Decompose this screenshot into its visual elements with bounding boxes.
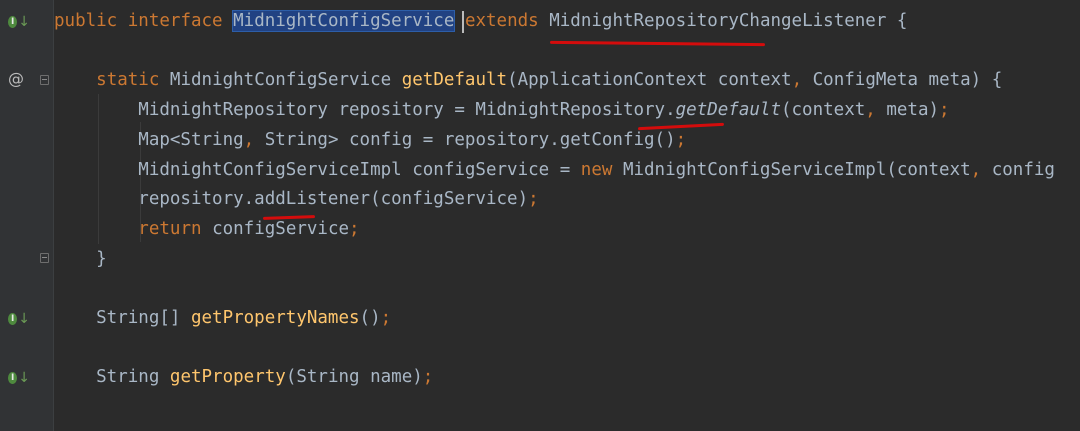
implemented-method-icon-names[interactable]: I ↓ bbox=[8, 311, 30, 327]
code-token: MidnightConfigService bbox=[169, 70, 402, 91]
code-line[interactable]: public interface MidnightConfigService e… bbox=[54, 8, 907, 34]
method-name-token: getDefault bbox=[401, 70, 508, 91]
code-token: () bbox=[359, 308, 381, 328]
keyword-token: , bbox=[865, 100, 887, 121]
keyword-token: , bbox=[970, 159, 992, 180]
keyword-token: ; bbox=[380, 308, 392, 328]
code-token: } bbox=[54, 248, 107, 269]
implemented-circle-icon: I bbox=[8, 372, 18, 384]
code-token: MidnightConfigServiceImpl(context bbox=[622, 159, 971, 180]
keyword-token: ; bbox=[422, 367, 434, 388]
down-arrow-icon: ↓ bbox=[18, 370, 30, 386]
down-arrow-icon: ↓ bbox=[18, 311, 30, 327]
keyword-token: new bbox=[580, 159, 623, 180]
code-line[interactable]: } bbox=[54, 246, 107, 272]
down-arrow-icon: ↓ bbox=[18, 14, 30, 30]
keyword-token: ; bbox=[939, 100, 950, 121]
text-caret bbox=[462, 11, 464, 33]
code-line[interactable]: static MidnightConfigService getDefault(… bbox=[54, 67, 1002, 93]
implemented-circle-icon: I bbox=[8, 313, 18, 325]
keyword-token: ; bbox=[675, 129, 687, 150]
method-name-token: getProperty bbox=[169, 367, 286, 388]
code-token: MidnightRepositoryChangeListener bbox=[549, 11, 887, 31]
code-token: String[] bbox=[54, 308, 191, 328]
code-line[interactable]: String getProperty(String name); bbox=[54, 364, 433, 390]
implemented-interface-icon[interactable]: I ↓ bbox=[8, 14, 30, 30]
implemented-method-icon-property[interactable]: I ↓ bbox=[8, 370, 30, 386]
editor-gutter bbox=[0, 0, 53, 431]
code-line[interactable]: MidnightConfigServiceImpl configService … bbox=[54, 157, 1055, 183]
keyword-token: ; bbox=[528, 189, 539, 210]
keyword-token: , bbox=[791, 70, 813, 91]
code-token: MidnightRepository repository = Midnight… bbox=[54, 100, 676, 121]
keyword-token: static bbox=[96, 70, 170, 91]
code-line[interactable]: MidnightRepository repository = Midnight… bbox=[54, 97, 950, 123]
keyword-token: extends bbox=[464, 11, 550, 31]
implemented-circle-icon: I bbox=[8, 16, 18, 28]
code-token: config bbox=[991, 159, 1055, 180]
code-token: { bbox=[886, 11, 908, 31]
code-line[interactable]: String[] getPropertyNames(); bbox=[54, 305, 391, 331]
selected-identifier: MidnightConfigService bbox=[232, 10, 456, 32]
code-token: String> config = repository.getConfig() bbox=[264, 129, 676, 150]
code-editor[interactable]: I ↓ @ I ↓ I ↓ public interface MidnightC… bbox=[0, 0, 1080, 431]
keyword-token: public bbox=[54, 11, 128, 31]
keyword-token: return bbox=[138, 218, 213, 239]
keyword-token: , bbox=[243, 129, 265, 150]
code-token: getDefault bbox=[675, 100, 781, 121]
keyword-token: ; bbox=[349, 218, 360, 239]
code-token: ConfigMeta meta) { bbox=[812, 70, 1003, 91]
code-token: repository.addListener(configService) bbox=[54, 189, 529, 210]
code-line[interactable]: return configService; bbox=[54, 216, 360, 242]
code-token: configService bbox=[212, 218, 350, 239]
code-line[interactable]: repository.addListener(configService); bbox=[54, 186, 539, 212]
code-line[interactable]: Map<String, String> config = repository.… bbox=[54, 127, 686, 153]
override-icon[interactable]: @ bbox=[8, 71, 24, 87]
code-token: meta) bbox=[886, 100, 940, 121]
keyword-token: interface bbox=[127, 11, 234, 31]
red-underline-mark bbox=[549, 40, 766, 47]
code-token: MidnightConfigServiceImpl configService … bbox=[54, 159, 581, 180]
fold-close-icon[interactable] bbox=[40, 253, 49, 263]
code-token: (String name) bbox=[285, 367, 423, 388]
method-name-token: getPropertyNames bbox=[190, 308, 360, 328]
code-token: String bbox=[54, 367, 170, 388]
code-token: (ApplicationContext context bbox=[507, 70, 792, 91]
code-token: Map<String bbox=[54, 129, 244, 150]
code-token: (context bbox=[780, 100, 866, 121]
fold-open-icon[interactable] bbox=[40, 75, 49, 85]
